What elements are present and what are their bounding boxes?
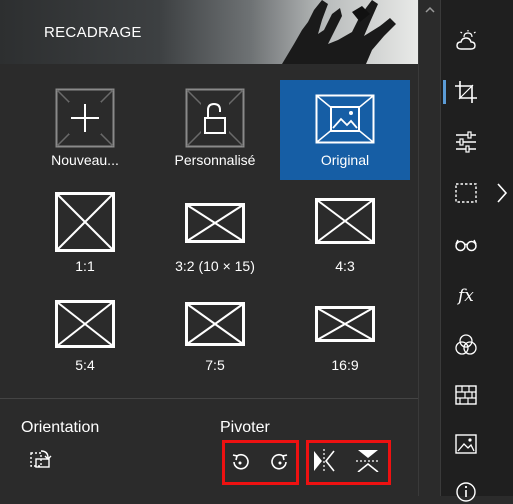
- ratio-3-2-icon: [185, 203, 245, 243]
- ratio-5-4-icon: [55, 300, 115, 348]
- rotate-left-icon[interactable]: [228, 450, 252, 474]
- preset-5-4[interactable]: 5:4: [20, 292, 150, 392]
- preset-label: 7:5: [205, 357, 225, 373]
- orientation-label: Orientation: [21, 419, 100, 436]
- preset-7-5[interactable]: 7:5: [150, 292, 280, 392]
- crop-icon[interactable]: [454, 80, 478, 104]
- header-background-image: [282, 0, 396, 64]
- fx-text: fx: [456, 286, 474, 306]
- ratio-7-5-icon: [185, 302, 245, 346]
- active-tool-indicator: [443, 80, 446, 104]
- flip-vertical-icon[interactable]: [355, 448, 379, 472]
- ratio-16-9-icon: [315, 306, 375, 342]
- preset-label: Original: [320, 152, 370, 168]
- flip-horizontal-icon[interactable]: [312, 448, 336, 472]
- preset-label: 16:9: [331, 357, 359, 373]
- preset-label: 4:3: [335, 258, 355, 274]
- picture-icon[interactable]: [454, 432, 478, 456]
- preset-16-9[interactable]: 16:9: [280, 292, 410, 392]
- preset-label: 5:4: [75, 357, 95, 373]
- weather-icon[interactable]: [454, 30, 478, 54]
- preset-custom[interactable]: Personnalisé: [150, 80, 280, 180]
- crop-panel: RECADRAGE Nouveau... Personnalisé Origin…: [0, 0, 418, 496]
- preset-label: Nouveau...: [51, 152, 119, 168]
- add-icon: [55, 88, 115, 148]
- panel-scrollbar[interactable]: [418, 0, 441, 496]
- info-icon[interactable]: [454, 480, 478, 504]
- glasses-icon[interactable]: [454, 232, 478, 256]
- preset-original[interactable]: Original: [280, 80, 410, 180]
- ratio-1-1-icon: [55, 192, 115, 252]
- chevron-right-icon[interactable]: [495, 182, 509, 204]
- page-title: RECADRAGE: [44, 24, 142, 41]
- preset-1-1[interactable]: 1:1: [20, 186, 150, 286]
- color-circles-icon[interactable]: [454, 333, 478, 357]
- fx-icon[interactable]: fx: [454, 283, 478, 307]
- rotate-label: Pivoter: [220, 419, 270, 436]
- unlock-icon: [185, 88, 245, 148]
- selection-icon[interactable]: [454, 181, 478, 205]
- frame-icon[interactable]: [454, 383, 478, 407]
- adjust-sliders-icon[interactable]: [454, 130, 478, 154]
- image-icon: [315, 94, 375, 144]
- preset-4-3[interactable]: 4:3: [280, 186, 410, 286]
- preset-label: 3:2 (10 × 15): [175, 258, 255, 274]
- ratio-4-3-icon: [315, 198, 375, 244]
- swap-orientation-icon[interactable]: [28, 447, 52, 471]
- preset-3-2[interactable]: 3:2 (10 × 15): [150, 186, 280, 286]
- divider: [0, 398, 418, 399]
- tool-sidebar: fx: [440, 0, 513, 502]
- scroll-up-icon[interactable]: [423, 4, 437, 16]
- preset-label: 1:1: [75, 258, 95, 274]
- rotate-right-icon[interactable]: [268, 450, 292, 474]
- panel-header: RECADRAGE: [0, 0, 418, 64]
- preset-label: Personnalisé: [174, 152, 256, 168]
- preset-new[interactable]: Nouveau...: [20, 80, 150, 180]
